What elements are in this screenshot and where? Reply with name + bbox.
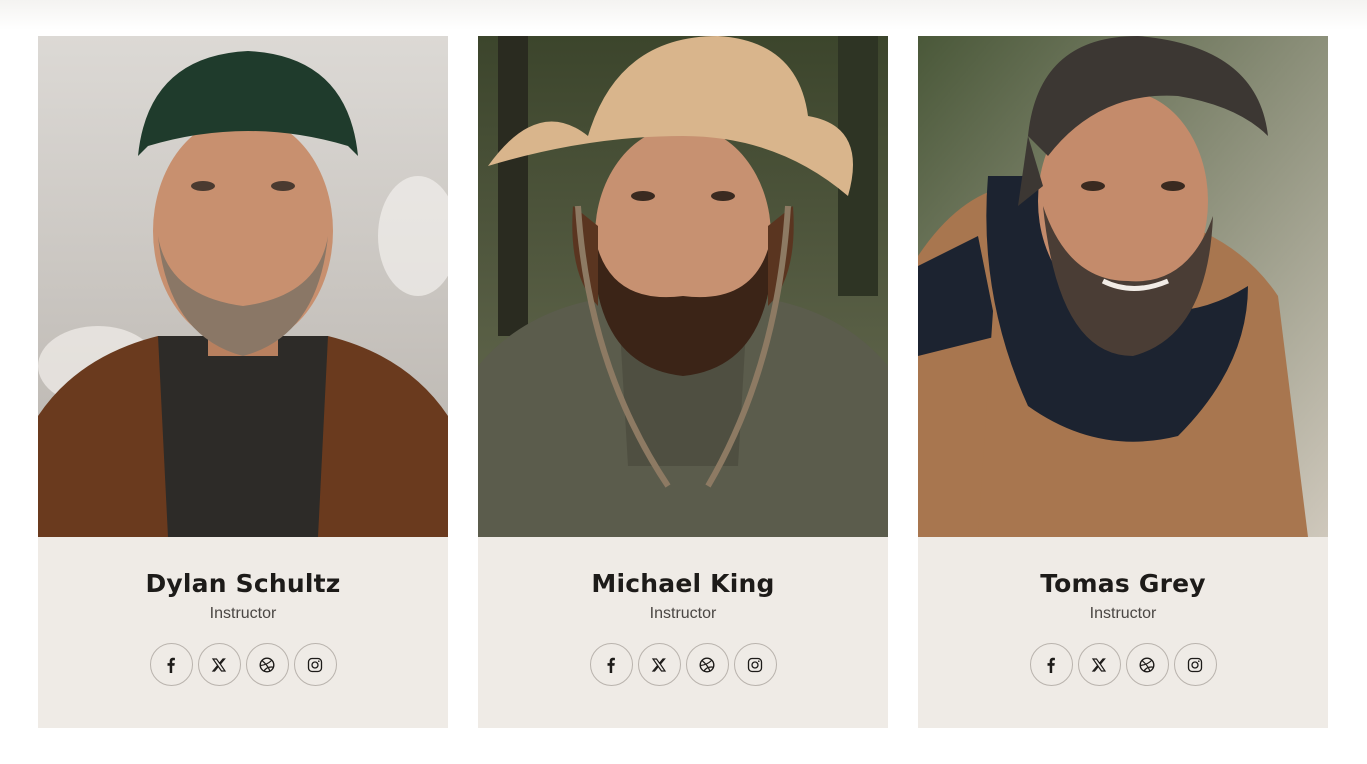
dribbble-link[interactable]	[245, 643, 289, 686]
dribbble-icon	[1139, 656, 1155, 673]
facebook-link[interactable]	[589, 643, 633, 686]
team-card: Dylan Schultz Instructor	[38, 36, 448, 728]
instructor-photo	[38, 36, 448, 537]
x-link[interactable]	[637, 643, 681, 686]
x-link[interactable]	[1077, 643, 1121, 686]
x-icon	[211, 657, 227, 672]
dribbble-icon	[259, 656, 275, 673]
instagram-icon	[747, 657, 763, 672]
team-card: Tomas Grey Instructor	[918, 36, 1328, 728]
instagram-icon	[307, 657, 323, 672]
card-info: Michael King Instructor	[478, 537, 888, 728]
portrait-image	[478, 36, 888, 537]
facebook-link[interactable]	[1029, 643, 1073, 686]
instagram-link[interactable]	[733, 643, 777, 686]
social-links	[589, 643, 777, 686]
facebook-icon	[607, 657, 615, 673]
social-links	[1029, 643, 1217, 686]
dribbble-icon	[699, 656, 715, 673]
instructor-photo	[918, 36, 1328, 537]
x-icon	[651, 657, 667, 672]
instructor-role: Instructor	[649, 605, 717, 622]
instructor-name: Dylan Schultz	[145, 569, 341, 598]
instructor-name: Tomas Grey	[1040, 569, 1206, 598]
x-icon	[1091, 657, 1107, 672]
team-card: Michael King Instructor	[478, 36, 888, 728]
social-links	[149, 643, 337, 686]
team-grid: Dylan Schultz Instructor Michael King In…	[38, 36, 1328, 728]
instructor-photo	[478, 36, 888, 537]
instagram-link[interactable]	[293, 643, 337, 686]
facebook-icon	[167, 657, 175, 673]
instagram-icon	[1187, 657, 1203, 672]
instructor-name: Michael King	[591, 569, 775, 598]
card-info: Dylan Schultz Instructor	[38, 537, 448, 728]
instructor-role: Instructor	[209, 605, 277, 622]
card-info: Tomas Grey Instructor	[918, 537, 1328, 728]
facebook-link[interactable]	[149, 643, 193, 686]
instructor-role: Instructor	[1089, 605, 1157, 622]
instagram-link[interactable]	[1173, 643, 1217, 686]
facebook-icon	[1047, 657, 1055, 673]
dribbble-link[interactable]	[1125, 643, 1169, 686]
top-fade	[0, 0, 1367, 30]
portrait-image	[38, 36, 448, 537]
portrait-image	[918, 36, 1328, 537]
dribbble-link[interactable]	[685, 643, 729, 686]
x-link[interactable]	[197, 643, 241, 686]
